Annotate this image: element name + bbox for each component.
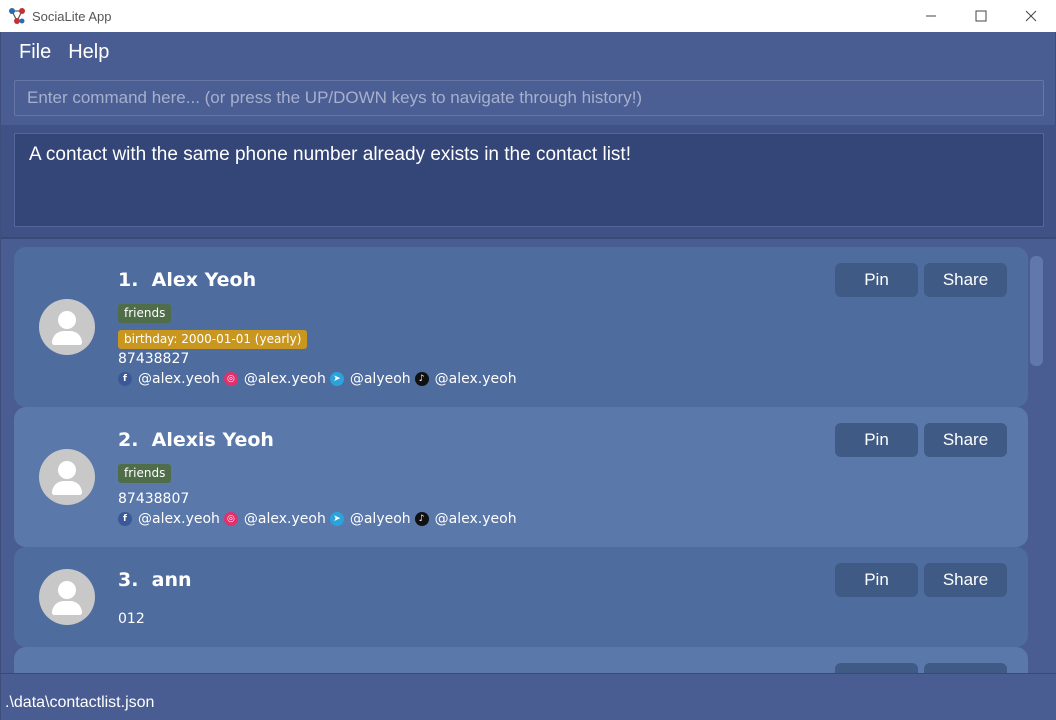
- menu-bar: File Help: [1, 32, 1055, 72]
- telegram-handle: @alyeoh: [349, 371, 411, 387]
- app-logo-icon: [8, 7, 26, 25]
- close-icon: [1025, 10, 1037, 22]
- save-location: .\data\contactlist.json: [5, 694, 155, 711]
- result-display: A contact with the same phone number alr…: [14, 133, 1044, 227]
- share-button[interactable]: Share: [924, 423, 1007, 457]
- app-window: File Help A contact with the same phone …: [0, 32, 1056, 720]
- maximize-button[interactable]: [956, 0, 1006, 32]
- status-bar: .\data\contactlist.json: [1, 673, 1056, 720]
- close-button[interactable]: [1006, 0, 1056, 32]
- contact-phone: 87438807: [118, 491, 190, 507]
- telegram-handle: @alyeoh: [349, 511, 411, 527]
- telegram-icon: ➤: [329, 372, 344, 386]
- tag-friends: friends: [118, 304, 172, 323]
- instagram-icon: ◎: [223, 512, 238, 526]
- contact-list[interactable]: 1. Alex Yeoh friends birthday: 2000-01-0…: [1, 239, 1056, 673]
- contact-card[interactable]: 3. ann 012 Pin Share: [14, 547, 1028, 647]
- result-message: A contact with the same phone number alr…: [29, 144, 631, 165]
- avatar-icon: [39, 299, 95, 355]
- instagram-icon: ◎: [223, 372, 238, 386]
- minimize-button[interactable]: [906, 0, 956, 32]
- telegram-icon: ➤: [329, 512, 344, 526]
- facebook-handle: @alex.yeoh: [138, 371, 220, 387]
- avatar-icon: [39, 569, 95, 625]
- avatar-icon: [39, 449, 95, 505]
- minimize-icon: [926, 15, 936, 17]
- contact-name: 3. ann: [118, 569, 192, 591]
- tag-friends: friends: [118, 464, 172, 483]
- list-scrollbar[interactable]: [1030, 256, 1043, 366]
- menu-help[interactable]: Help: [68, 41, 109, 64]
- menu-file[interactable]: File: [19, 41, 51, 64]
- contact-phone: 87438827: [118, 351, 190, 367]
- facebook-icon: f: [118, 512, 132, 526]
- instagram-handle: @alex.yeoh: [243, 511, 326, 527]
- social-handles: f @alex.yeoh ◎ @alex.yeoh ➤ @alyeoh ♪ @a…: [118, 511, 521, 527]
- contact-name: 2. Alexis Yeoh: [118, 429, 274, 451]
- tiktok-icon: ♪: [414, 372, 429, 386]
- facebook-icon: f: [118, 372, 132, 386]
- tiktok-icon: ♪: [414, 512, 429, 526]
- social-handles: f @alex.yeoh ◎ @alex.yeoh ➤ @alyeoh ♪ @a…: [118, 371, 521, 387]
- contact-card[interactable]: 1. Alex Yeoh friends birthday: 2000-01-0…: [14, 247, 1028, 407]
- contact-phone: 012: [118, 611, 145, 627]
- contact-card[interactable]: 2. Alexis Yeoh friends 87438807 f @alex.…: [14, 407, 1028, 547]
- window-title: SociaLite App: [32, 8, 112, 24]
- tiktok-handle: @alex.yeoh: [434, 511, 517, 527]
- pin-button[interactable]: Pin: [835, 423, 918, 457]
- pin-button[interactable]: [835, 663, 918, 673]
- instagram-handle: @alex.yeoh: [243, 371, 326, 387]
- maximize-icon: [975, 10, 987, 22]
- share-button[interactable]: [924, 663, 1007, 673]
- result-panel: A contact with the same phone number alr…: [1, 125, 1056, 237]
- share-button[interactable]: Share: [924, 563, 1007, 597]
- contact-name: 1. Alex Yeoh: [118, 269, 257, 291]
- facebook-handle: @alex.yeoh: [138, 511, 220, 527]
- birthday-badge: birthday: 2000-01-01 (yearly): [118, 330, 308, 349]
- tiktok-handle: @alex.yeoh: [434, 371, 517, 387]
- contact-card[interactable]: [14, 647, 1028, 673]
- pin-button[interactable]: Pin: [835, 563, 918, 597]
- command-box: [14, 80, 1044, 116]
- command-input[interactable]: [27, 81, 1043, 115]
- title-bar: SociaLite App: [0, 0, 1056, 32]
- pin-button[interactable]: Pin: [835, 263, 918, 297]
- share-button[interactable]: Share: [924, 263, 1007, 297]
